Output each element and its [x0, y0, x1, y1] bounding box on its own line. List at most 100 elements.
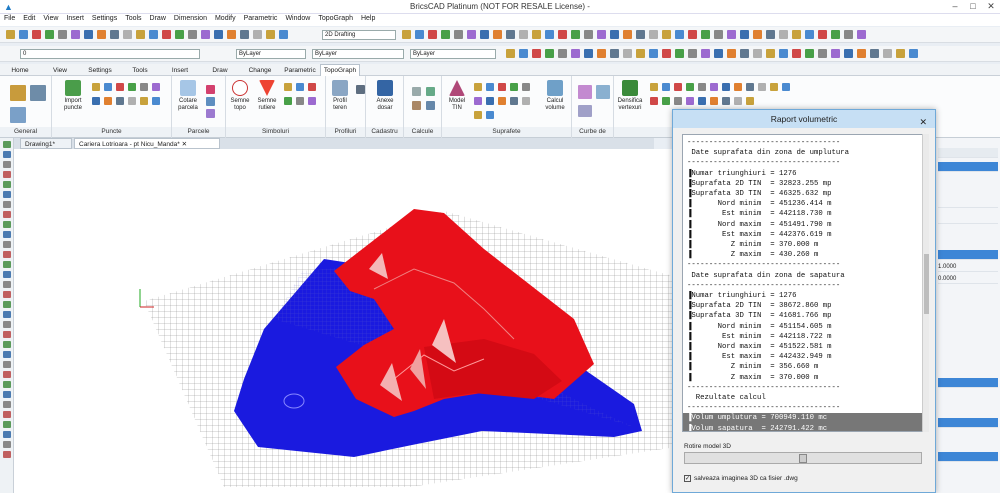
toolbar-tool-icon[interactable] [506, 49, 515, 58]
toolbar-tool-icon[interactable] [779, 49, 788, 58]
contour-icon[interactable] [596, 85, 610, 99]
densifica-vertexuri-button[interactable]: Densifica vertexuri [616, 80, 644, 112]
panel-selected-row[interactable] [938, 452, 998, 462]
calc-icon[interactable] [426, 101, 435, 110]
toolbar-tool-icon[interactable] [175, 30, 184, 39]
close-button[interactable]: ✕ [984, 1, 998, 13]
color-select[interactable]: ByLayer [236, 49, 306, 59]
polyline-tool-icon[interactable] [686, 83, 694, 91]
menu-item-parametric[interactable]: Parametric [240, 14, 282, 23]
toolbar-tool-icon[interactable] [844, 49, 853, 58]
toolbar-tool-icon[interactable] [623, 49, 632, 58]
surface-tool-icon[interactable] [474, 97, 482, 105]
grid-icon[interactable] [30, 85, 46, 101]
toolbar-tool-icon[interactable] [571, 49, 580, 58]
toolbar-tool-icon[interactable] [428, 30, 437, 39]
draw-tool-icon[interactable] [2, 381, 11, 388]
toolbar-tool-icon[interactable] [896, 49, 905, 58]
polyline-tool-icon[interactable] [698, 97, 706, 105]
calc-icon[interactable] [412, 87, 421, 96]
symbol-tool-icon[interactable] [296, 97, 304, 105]
toolbar-tool-icon[interactable] [441, 30, 450, 39]
point-tool-icon[interactable] [128, 83, 136, 91]
doc-tab-cariera[interactable]: Cariera Lotrioara - pt Nicu_Manda* ✕ [74, 138, 220, 149]
toolbar-tool-icon[interactable] [740, 30, 749, 39]
close-icon[interactable]: ✕ [919, 113, 927, 131]
toolbar-tool-icon[interactable] [688, 30, 697, 39]
toolbar-tool-icon[interactable] [662, 30, 671, 39]
save-dwg-checkbox[interactable]: ✓ salveaza imaginea 3D ca fisier .dwg [684, 475, 798, 482]
polyline-tool-icon[interactable] [686, 97, 694, 105]
model-tin-button[interactable]: Model TIN [444, 80, 470, 112]
scrollbar-thumb[interactable] [924, 254, 929, 314]
point-tool-icon[interactable] [116, 97, 124, 105]
panel-selected-row[interactable] [938, 162, 998, 172]
toolbar-tool-icon[interactable] [675, 30, 684, 39]
toolbar-tool-icon[interactable] [792, 30, 801, 39]
toolbar-tool-icon[interactable] [753, 49, 762, 58]
checkbox-icon[interactable]: ✓ [684, 475, 691, 482]
draw-tool-icon[interactable] [2, 411, 11, 418]
menu-item-help[interactable]: Help [357, 14, 379, 23]
toolbar-tool-icon[interactable] [818, 30, 827, 39]
toolbar-tool-icon[interactable] [805, 30, 814, 39]
polyline-tool-icon[interactable] [758, 83, 766, 91]
polyline-tool-icon[interactable] [734, 97, 742, 105]
menu-item-edit[interactable]: Edit [19, 14, 39, 23]
draw-tool-icon[interactable] [2, 351, 11, 358]
toolbar-tool-icon[interactable] [727, 30, 736, 39]
toolbar-tool-icon[interactable] [214, 30, 223, 39]
toolbar-tool-icon[interactable] [19, 30, 28, 39]
doc-tab-drawing1[interactable]: Drawing1* [20, 138, 72, 149]
toolbar-tool-icon[interactable] [610, 49, 619, 58]
point-tool-icon[interactable] [140, 97, 148, 105]
toolbar-tool-icon[interactable] [831, 49, 840, 58]
draw-tool-icon[interactable] [2, 141, 11, 148]
toolbar-tool-icon[interactable] [818, 49, 827, 58]
draw-tool-icon[interactable] [2, 431, 11, 438]
toolbar-tool-icon[interactable] [558, 30, 567, 39]
menu-item-dimension[interactable]: Dimension [170, 14, 211, 23]
menu-item-window[interactable]: Window [281, 14, 314, 23]
polyline-tool-icon[interactable] [782, 83, 790, 91]
calcul-volume-button[interactable]: Calcul volume [542, 80, 568, 112]
point-tool-icon[interactable] [104, 83, 112, 91]
draw-tool-icon[interactable] [2, 171, 11, 178]
surface-tool-icon[interactable] [474, 111, 482, 119]
symbol-tool-icon[interactable] [308, 97, 316, 105]
toolbar-tool-icon[interactable] [97, 30, 106, 39]
toolbar-tool-icon[interactable] [32, 30, 41, 39]
draw-tool-icon[interactable] [2, 341, 11, 348]
polyline-tool-icon[interactable] [746, 97, 754, 105]
toolbar-tool-icon[interactable] [240, 30, 249, 39]
polyline-tool-icon[interactable] [710, 83, 718, 91]
polyline-tool-icon[interactable] [770, 83, 778, 91]
toolbar-tool-icon[interactable] [610, 30, 619, 39]
toolbar-tool-icon[interactable] [571, 30, 580, 39]
draw-tool-icon[interactable] [2, 451, 11, 458]
draw-tool-icon[interactable] [2, 221, 11, 228]
toolbar-tool-icon[interactable] [636, 49, 645, 58]
symbol-tool-icon[interactable] [284, 83, 292, 91]
toolbar-tool-icon[interactable] [584, 30, 593, 39]
toolbar-tool-icon[interactable] [162, 30, 171, 39]
toolbar-tool-icon[interactable] [454, 30, 463, 39]
close-tab-icon[interactable]: ✕ [182, 141, 187, 148]
lineweight-select[interactable]: ByLayer [410, 49, 496, 59]
toolbar-tool-icon[interactable] [727, 49, 736, 58]
toolbar-tool-icon[interactable] [188, 30, 197, 39]
polyline-tool-icon[interactable] [662, 97, 670, 105]
draw-tool-icon[interactable] [2, 251, 11, 258]
toolbar-tool-icon[interactable] [532, 49, 541, 58]
draw-tool-icon[interactable] [2, 261, 11, 268]
menu-item-settings[interactable]: Settings [88, 14, 121, 23]
point-tool-icon[interactable] [128, 97, 136, 105]
symbol-tool-icon[interactable] [284, 97, 292, 105]
symbol-tool-icon[interactable] [296, 83, 304, 91]
toolbar-tool-icon[interactable] [58, 30, 67, 39]
surface-tool-icon[interactable] [498, 97, 506, 105]
toolbar-tool-icon[interactable] [545, 30, 554, 39]
contour-icon[interactable] [578, 105, 592, 117]
polyline-tool-icon[interactable] [650, 83, 658, 91]
toolbar-tool-icon[interactable] [532, 30, 541, 39]
